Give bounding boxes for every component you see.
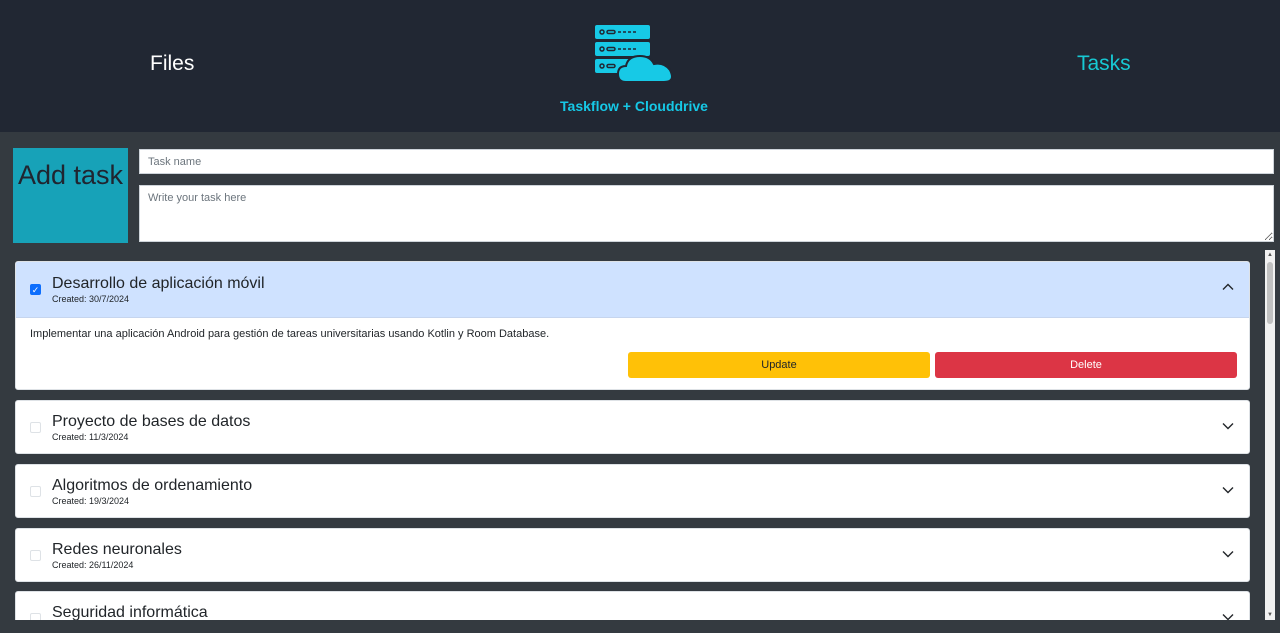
task-created-date: Created: 19/3/2024: [52, 496, 130, 506]
task-title: Desarrollo de aplicación móvil: [52, 275, 265, 292]
add-task-button[interactable]: Add task: [13, 148, 128, 243]
task-list: ✓ Desarrollo de aplicación móvil Created…: [13, 250, 1265, 620]
scroll-up-icon[interactable]: ▲: [1267, 252, 1273, 258]
task-title: Algoritmos de ordenamiento: [52, 477, 253, 494]
task-card-header[interactable]: Seguridad informática: [16, 592, 1249, 620]
update-button[interactable]: Update: [628, 352, 930, 378]
delete-button[interactable]: Delete: [935, 352, 1237, 378]
task-checkbox[interactable]: [30, 422, 41, 433]
task-card: Redes neuronales Created: 26/11/2024: [15, 528, 1250, 582]
server-cloud-icon: [595, 25, 673, 83]
brand-name: Taskflow + Clouddrive: [560, 98, 708, 114]
task-created-date: Created: 11/3/2024: [52, 432, 129, 442]
task-card-header[interactable]: Redes neuronales Created: 26/11/2024: [16, 529, 1249, 581]
chevron-down-icon[interactable]: [1221, 610, 1235, 620]
app-header: Files Taskflow + Clouddrive Tasks: [0, 0, 1280, 132]
task-created-date: Created: 30/7/2024: [52, 294, 130, 304]
task-created-date: Created: 26/11/2024: [52, 560, 134, 570]
task-description-input[interactable]: [139, 185, 1274, 242]
task-card: Proyecto de bases de datos Created: 11/3…: [15, 400, 1250, 454]
chevron-down-icon[interactable]: [1221, 419, 1235, 433]
task-title: Redes neuronales: [52, 541, 182, 558]
nav-files-link[interactable]: Files: [150, 52, 194, 76]
task-card: Seguridad informática: [15, 591, 1250, 620]
task-card-header[interactable]: Algoritmos de ordenamiento Created: 19/3…: [16, 465, 1249, 517]
chevron-down-icon[interactable]: [1221, 547, 1235, 561]
task-card: ✓ Desarrollo de aplicación móvil Created…: [15, 261, 1250, 390]
task-title: Proyecto de bases de datos: [52, 413, 251, 430]
task-card: Algoritmos de ordenamiento Created: 19/3…: [15, 464, 1250, 518]
task-description: Implementar una aplicación Android para …: [30, 328, 550, 340]
chevron-down-icon[interactable]: [1221, 483, 1235, 497]
nav-tasks-link[interactable]: Tasks: [1077, 52, 1131, 76]
task-checkbox[interactable]: [30, 613, 41, 620]
scrollbar-thumb[interactable]: [1267, 262, 1273, 324]
chevron-up-icon[interactable]: [1221, 280, 1235, 294]
task-title: Seguridad informática: [52, 604, 208, 620]
task-checkbox[interactable]: [30, 550, 41, 561]
task-checkbox[interactable]: ✓: [30, 284, 41, 295]
task-checkbox[interactable]: [30, 486, 41, 497]
scroll-down-icon[interactable]: ▼: [1267, 612, 1273, 618]
task-card-body: Implementar una aplicación Android para …: [16, 318, 1249, 389]
task-list-scrollbar[interactable]: ▲ ▼: [1265, 250, 1275, 620]
task-card-header[interactable]: ✓ Desarrollo de aplicación móvil Created…: [16, 262, 1249, 318]
task-name-input[interactable]: [139, 149, 1274, 174]
task-card-header[interactable]: Proyecto de bases de datos Created: 11/3…: [16, 401, 1249, 453]
